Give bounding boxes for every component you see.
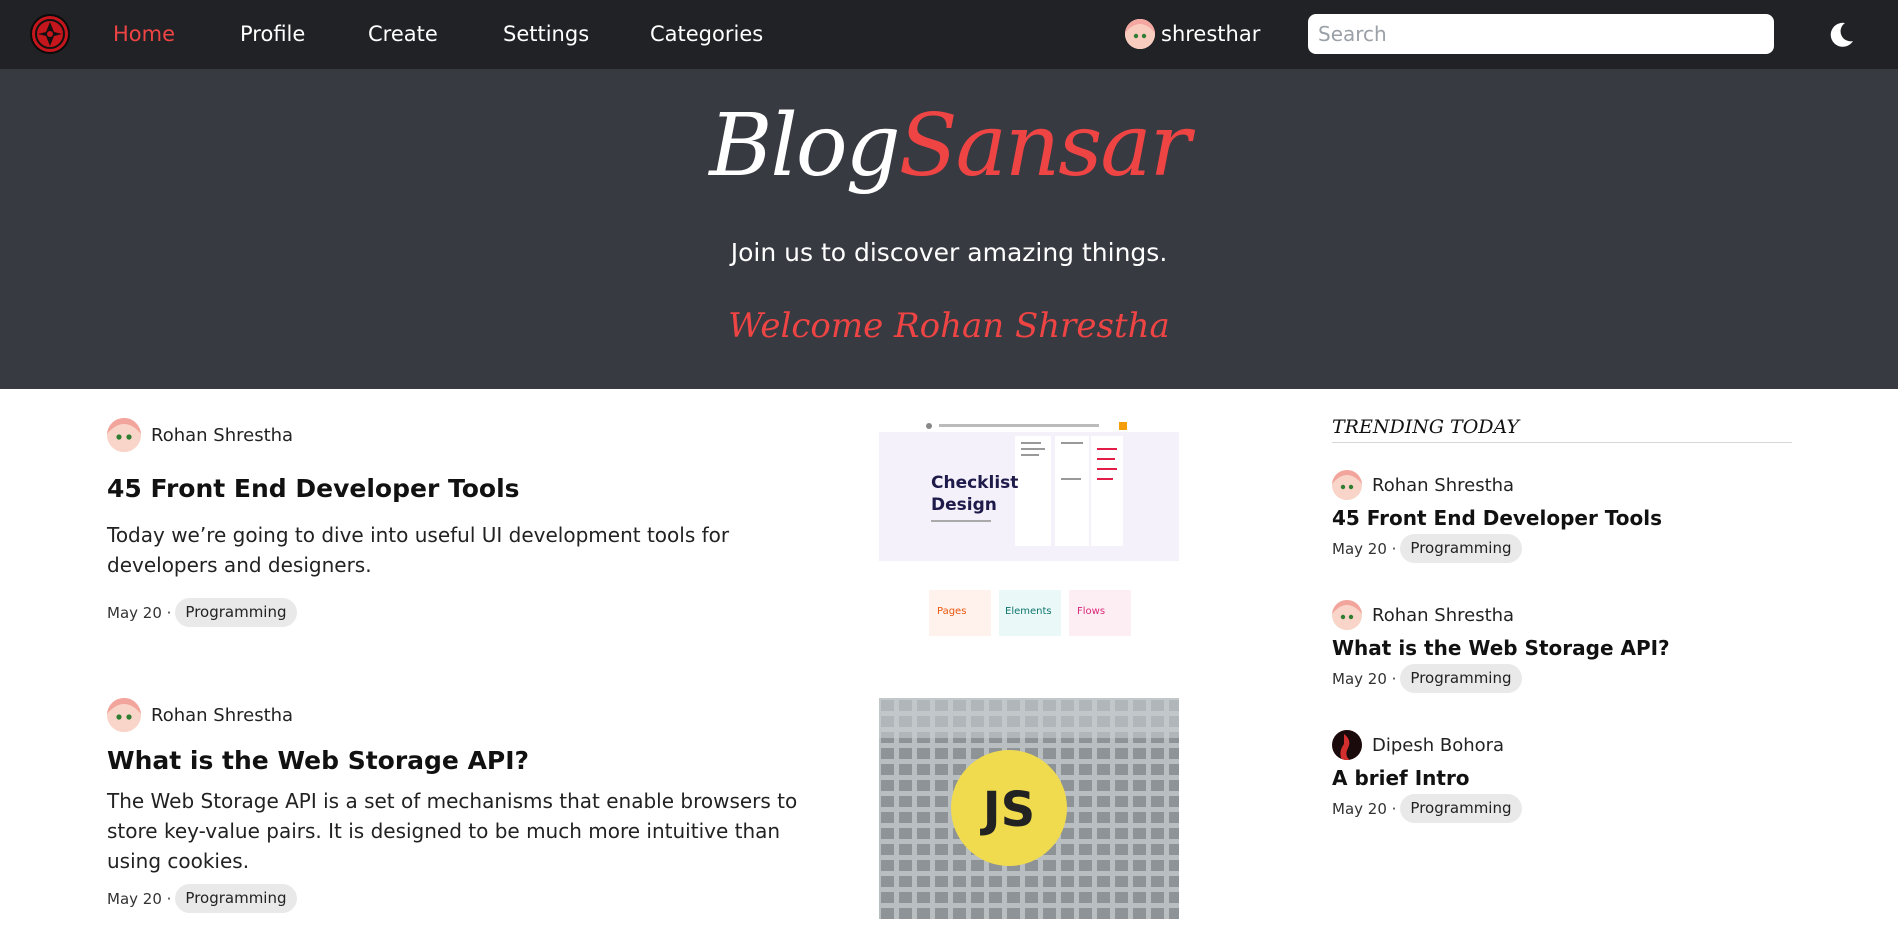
author-name: Rohan Shrestha bbox=[1372, 474, 1515, 496]
category-tag[interactable]: Programming bbox=[1400, 794, 1522, 823]
category-tag[interactable]: Programming bbox=[175, 598, 297, 627]
thumb-heading: Checklist bbox=[931, 473, 1018, 493]
post-card[interactable]: Rohan Shrestha What is the Web Storage A… bbox=[107, 698, 807, 913]
post-author[interactable]: Rohan Shrestha bbox=[107, 698, 807, 732]
trending-sidebar: TRENDING TODAY Rohan Shrestha 45 Front E… bbox=[1332, 416, 1792, 823]
moon-icon[interactable] bbox=[1826, 20, 1856, 50]
logo-icon[interactable] bbox=[30, 14, 70, 54]
post-description: The Web Storage API is a set of mechanis… bbox=[107, 789, 798, 873]
brand-title: BlogSansar bbox=[0, 91, 1898, 201]
brand-part-blog: Blog bbox=[709, 96, 901, 196]
category-tag[interactable]: Programming bbox=[1400, 534, 1522, 563]
post-date: May 20 · bbox=[1332, 539, 1397, 558]
thumb-chip-pages: Pages bbox=[937, 606, 966, 617]
tagline: Join us to discover amazing things. bbox=[730, 238, 1168, 267]
nav-home[interactable]: Home bbox=[113, 20, 175, 48]
thumb-chip-elements: Elements bbox=[1005, 606, 1052, 617]
checklist-design-image: Checklist Design Pages Elements Flows bbox=[879, 418, 1179, 636]
author-name: Rohan Shrestha bbox=[1372, 604, 1515, 626]
category-tag[interactable]: Programming bbox=[175, 884, 297, 913]
js-badge: JS bbox=[980, 782, 1035, 838]
post-author[interactable]: Rohan Shrestha bbox=[1332, 598, 1670, 632]
nav-settings[interactable]: Settings bbox=[503, 20, 589, 48]
trending-title[interactable]: What is the Web Storage API? bbox=[1332, 634, 1670, 662]
brand-part-sansar: Sansar bbox=[898, 96, 1191, 196]
nav-create[interactable]: Create bbox=[368, 20, 438, 48]
post-author[interactable]: Rohan Shrestha bbox=[1332, 468, 1662, 502]
post-meta: May 20 · Programming bbox=[1332, 534, 1662, 563]
post-meta: May 20 · Programming bbox=[107, 884, 807, 913]
author-name: Rohan Shrestha bbox=[151, 424, 294, 446]
post-meta: May 20 · Programming bbox=[1332, 664, 1670, 693]
thumb-chip-flows: Flows bbox=[1077, 606, 1105, 617]
trending-title[interactable]: 45 Front End Developer Tools bbox=[1332, 504, 1662, 532]
author-name: Rohan Shrestha bbox=[151, 704, 294, 726]
username: shresthar bbox=[1161, 22, 1261, 46]
trending-item[interactable]: Dipesh Bohora A brief Intro May 20 · Pro… bbox=[1332, 728, 1522, 823]
post-date: May 20 · bbox=[107, 889, 172, 908]
avatar bbox=[1332, 730, 1362, 760]
post-title[interactable]: What is the Web Storage API? bbox=[107, 744, 807, 778]
post-meta: May 20 · Programming bbox=[1332, 794, 1522, 823]
post-card[interactable]: Rohan Shrestha 45 Front End Developer To… bbox=[107, 418, 807, 627]
avatar bbox=[1332, 600, 1362, 630]
nav-categories[interactable]: Categories bbox=[650, 20, 763, 48]
post-thumbnail[interactable]: Checklist Design Pages Elements Flows bbox=[879, 418, 1179, 640]
trending-heading: TRENDING TODAY bbox=[1332, 416, 1792, 443]
avatar bbox=[107, 698, 141, 732]
post-date: May 20 · bbox=[1332, 669, 1397, 688]
avatar bbox=[1125, 19, 1155, 49]
post-thumbnail[interactable]: JS bbox=[879, 698, 1179, 919]
trending-title[interactable]: A brief Intro bbox=[1332, 764, 1522, 792]
search-input[interactable] bbox=[1308, 14, 1774, 54]
user-menu[interactable]: shresthar bbox=[1125, 19, 1260, 49]
avatar bbox=[1332, 470, 1362, 500]
post-date: May 20 · bbox=[107, 603, 172, 622]
post-meta: May 20 · Programming bbox=[107, 598, 807, 627]
category-tag[interactable]: Programming bbox=[1400, 664, 1522, 693]
trending-item[interactable]: Rohan Shrestha 45 Front End Developer To… bbox=[1332, 468, 1662, 563]
trending-item[interactable]: Rohan Shrestha What is the Web Storage A… bbox=[1332, 598, 1670, 693]
post-title[interactable]: 45 Front End Developer Tools bbox=[107, 472, 807, 506]
welcome-message: Welcome Rohan Shrestha bbox=[728, 306, 1170, 346]
thumb-heading-2: Design bbox=[931, 495, 997, 515]
hero-banner: BlogSansar Join us to discover amazing t… bbox=[0, 69, 1898, 389]
post-author[interactable]: Dipesh Bohora bbox=[1332, 728, 1522, 762]
avatar bbox=[107, 418, 141, 452]
js-building-image: JS bbox=[879, 698, 1179, 919]
post-author[interactable]: Rohan Shrestha bbox=[107, 418, 807, 452]
post-description: Today we’re going to dive into useful UI… bbox=[107, 523, 730, 577]
post-date: May 20 · bbox=[1332, 799, 1397, 818]
author-name: Dipesh Bohora bbox=[1372, 734, 1505, 756]
top-navbar: Home Profile Create Settings Categories … bbox=[0, 0, 1898, 69]
nav-profile[interactable]: Profile bbox=[240, 20, 305, 48]
